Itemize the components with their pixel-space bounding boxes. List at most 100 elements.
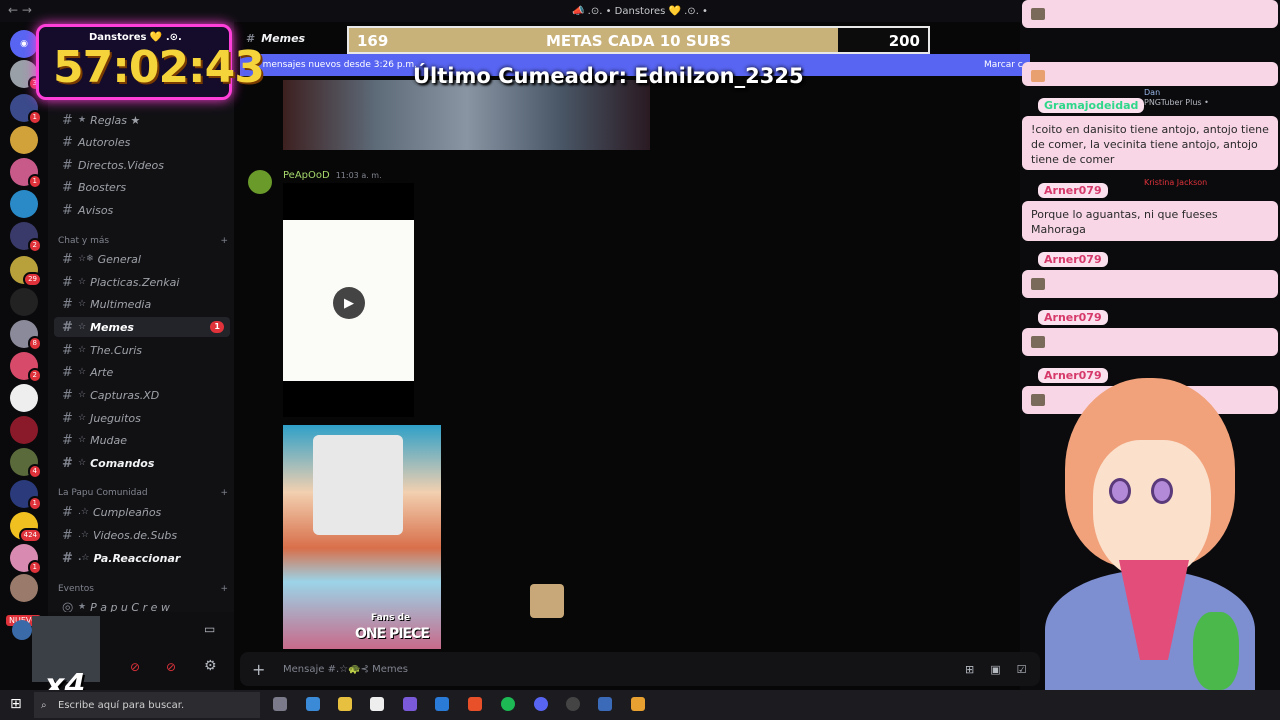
server-icon[interactable]: 1 xyxy=(10,544,42,575)
nav-arrows[interactable]: ← → xyxy=(8,3,32,17)
stream-timer: Danstores 💛 .⊙. 57:02:43 xyxy=(36,24,265,100)
server-icon[interactable]: 1 xyxy=(10,158,42,189)
add-channel-icon[interactable]: + xyxy=(220,488,228,498)
discord-home-icon[interactable]: ◉ xyxy=(10,30,38,58)
windows-start-icon[interactable]: ⊞ xyxy=(10,696,22,712)
chat-username: Arner079 xyxy=(1038,183,1108,198)
hash-icon: # xyxy=(62,157,73,173)
stream-chat-overlay: Gramajodeidad !coito en danisito tiene a… xyxy=(1020,0,1280,420)
taskview-icon[interactable] xyxy=(273,697,287,711)
server-icon[interactable]: 3 xyxy=(10,60,42,91)
notion-icon[interactable] xyxy=(370,697,384,711)
channel-prefix: .☆ xyxy=(78,507,89,517)
channel-avisos[interactable]: # Avisos xyxy=(54,200,230,220)
channel-label: Autoroles xyxy=(78,135,131,149)
channel-prefix: .☆ xyxy=(78,553,90,563)
taskbar-search[interactable]: ⌕ Escribe aquí para buscar. xyxy=(34,692,260,718)
server-icon[interactable]: 2 xyxy=(10,352,42,383)
channel-label: Placticas.Zenkai xyxy=(90,275,180,289)
folder-icon[interactable] xyxy=(338,697,352,711)
server-icon[interactable]: 4 xyxy=(10,448,42,479)
video-attachment[interactable]: ▶ xyxy=(283,183,414,417)
chat-bubble xyxy=(1022,270,1278,298)
channel-cumpleanos[interactable]: # .☆ Cumpleaños xyxy=(54,502,230,522)
server-icon[interactable] xyxy=(10,288,38,316)
server-icon[interactable]: 29 xyxy=(10,256,42,287)
deafen-icon[interactable]: ⊘ xyxy=(166,660,176,674)
channel-directos[interactable]: # Directos.Videos xyxy=(54,155,230,175)
category-comunidad[interactable]: La Papu Comunidad + xyxy=(58,488,228,498)
discord-icon[interactable] xyxy=(534,697,548,711)
author-name[interactable]: PeApOoD xyxy=(283,170,330,181)
channel-autoroles[interactable]: # Autoroles xyxy=(54,132,230,152)
server-icon[interactable]: 8 xyxy=(10,320,42,351)
channel-reglas[interactable]: # ★ Reglas ★ xyxy=(54,110,230,130)
channel-label: The.Curis xyxy=(90,343,142,357)
message-input[interactable]: Mensaje #.☆🐢⊰ Memes xyxy=(283,664,408,675)
channel-prefix: ☆❄ xyxy=(78,254,94,264)
channel-jueguitos[interactable]: # ☆ Jueguitos xyxy=(54,408,230,428)
channel-general[interactable]: # ☆❄ General xyxy=(54,249,230,269)
settings-gear-icon[interactable]: ⚙ xyxy=(204,658,217,674)
server-icon[interactable] xyxy=(10,126,38,154)
sticker-icon[interactable]: ☑ xyxy=(1017,663,1027,676)
meme-image[interactable]: Fans de ONE PIECE xyxy=(283,425,441,649)
add-attachment-icon[interactable]: + xyxy=(252,660,265,679)
spotify-icon[interactable] xyxy=(501,697,515,711)
channel-label: Mudae xyxy=(90,433,128,447)
add-channel-icon[interactable]: + xyxy=(220,584,228,594)
channel-videos-subs[interactable]: # .☆ Videos.de.Subs xyxy=(54,525,230,545)
screen-share-icon[interactable]: ▭ xyxy=(204,622,215,636)
channel-arte[interactable]: # ☆ Arte xyxy=(54,362,230,382)
channel-comandos[interactable]: # ☆ Comandos xyxy=(54,453,230,473)
add-channel-icon[interactable]: + xyxy=(220,236,228,246)
channel-memes[interactable]: # ☆ Memes 1 xyxy=(54,317,230,337)
channel-prefix: ☆ xyxy=(78,299,87,309)
server-badge: 1 xyxy=(27,110,42,125)
channel-prefix: ☆ xyxy=(78,345,87,355)
hash-icon: # xyxy=(62,179,73,195)
store-icon[interactable] xyxy=(435,697,449,711)
channel-label: Boosters xyxy=(78,180,127,194)
server-icon[interactable] xyxy=(10,574,38,602)
server-icon[interactable]: 1 xyxy=(10,480,42,511)
message-author[interactable]: PeApOoD 11:03 a. m. xyxy=(283,170,382,181)
author-avatar[interactable] xyxy=(248,170,272,194)
message-image[interactable] xyxy=(283,80,650,150)
channel-label: Comandos xyxy=(90,456,155,470)
channel-multimedia[interactable]: # ☆ Multimedia xyxy=(54,294,230,314)
server-badge: 1 xyxy=(27,496,42,511)
gift-icon[interactable]: ⊞ xyxy=(965,663,974,676)
channel-placticas[interactable]: # ☆ Placticas.Zenkai xyxy=(54,272,230,292)
brave-icon[interactable] xyxy=(468,697,482,711)
channel-boosters[interactable]: # Boosters xyxy=(54,177,230,197)
server-icon[interactable] xyxy=(10,416,38,444)
chat-username: Arner079 xyxy=(1038,252,1108,267)
hash-icon: # xyxy=(62,319,73,335)
game-icon[interactable] xyxy=(598,697,612,711)
taskbar-search-text: Escribe aquí para buscar. xyxy=(58,699,185,711)
obs-icon[interactable] xyxy=(566,697,580,711)
server-icon[interactable] xyxy=(10,384,38,412)
category-chat[interactable]: Chat y más + xyxy=(58,236,228,246)
app-icon[interactable] xyxy=(306,697,320,711)
mark-read-button[interactable]: Marcar c xyxy=(984,60,1023,70)
channel-mudae[interactable]: # ☆ Mudae xyxy=(54,430,230,450)
channel-thecuris[interactable]: # ☆ The.Curis xyxy=(54,340,230,360)
user-avatar[interactable] xyxy=(12,620,32,640)
channel-pareaccionar[interactable]: # .☆ Pa.Reaccionar xyxy=(54,548,230,568)
server-icon[interactable] xyxy=(10,190,38,218)
server-icon[interactable]: 2 xyxy=(10,222,42,253)
feather-icon[interactable] xyxy=(403,697,417,711)
gif-icon[interactable]: ▣ xyxy=(990,663,1000,676)
server-icon[interactable]: 424 xyxy=(10,512,42,543)
mic-muted-icon[interactable]: ⊘ xyxy=(130,660,140,674)
play-icon[interactable]: ▶ xyxy=(333,287,365,319)
channel-label: Pa.Reaccionar xyxy=(93,551,181,565)
message-timestamp: 11:03 a. m. xyxy=(335,171,382,180)
media-icon[interactable] xyxy=(631,697,645,711)
server-icon[interactable]: 1 xyxy=(10,94,42,125)
message-composer[interactable]: + Mensaje #.☆🐢⊰ Memes ⊞ ▣ ☑ xyxy=(240,652,1040,686)
category-eventos[interactable]: Eventos + xyxy=(58,584,228,594)
channel-capturas[interactable]: # ☆ Capturas.XD xyxy=(54,385,230,405)
